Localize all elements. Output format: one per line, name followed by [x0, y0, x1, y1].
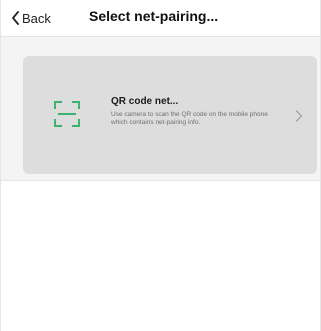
back-label: Back — [22, 10, 51, 26]
options-section: QR code net... Use camera to scan the QR… — [1, 37, 320, 181]
chevron-left-icon — [11, 11, 20, 25]
screen: Back Select net-pairing... QR code net..… — [0, 0, 321, 331]
navigation-bar: Back Select net-pairing... — [1, 0, 320, 37]
back-button[interactable]: Back — [11, 9, 51, 27]
qr-code-pairing-option[interactable]: QR code net... Use camera to scan the QR… — [23, 56, 317, 174]
chevron-right-icon — [295, 109, 303, 122]
option-title: QR code net... — [111, 96, 179, 107]
qr-scan-icon — [53, 100, 81, 128]
page-title: Select net-pairing... — [89, 8, 219, 24]
option-description: Use camera to scan the QR code on the mo… — [111, 111, 268, 127]
